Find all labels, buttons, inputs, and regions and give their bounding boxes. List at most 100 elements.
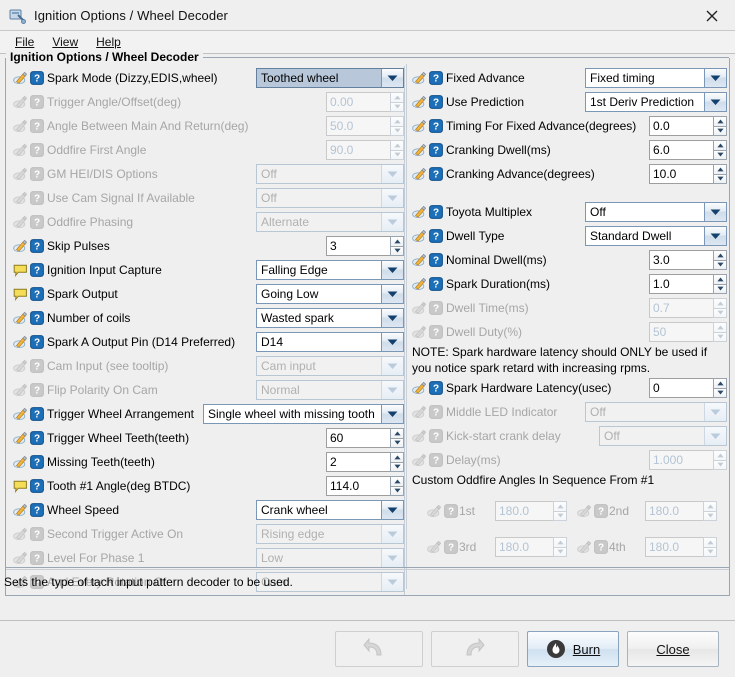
chevron-down-icon[interactable] — [704, 93, 726, 111]
spark-hardware-latency-usec-spinner[interactable]: 0 — [649, 378, 727, 398]
stepper-up-icon[interactable] — [390, 476, 404, 486]
menu-view[interactable]: View — [43, 34, 87, 50]
stepper-up-icon[interactable] — [713, 250, 727, 260]
help-icon[interactable]: ? — [429, 277, 443, 291]
stepper-down-icon[interactable] — [713, 174, 727, 185]
chevron-down-icon[interactable] — [381, 309, 403, 327]
timing-for-fixed-advance-degrees-stepper[interactable] — [713, 116, 727, 136]
stepper-up-icon[interactable] — [390, 236, 404, 246]
spark-hardware-latency-usec-input[interactable]: 0 — [649, 378, 713, 398]
use-prediction-combo[interactable]: 1st Deriv Prediction — [585, 92, 727, 112]
timing-for-fixed-advance-degrees-spinner[interactable]: 0.0 — [649, 116, 727, 136]
help-icon[interactable]: ? — [30, 239, 44, 253]
help-icon[interactable]: ? — [30, 455, 44, 469]
help-icon[interactable]: ? — [30, 287, 44, 301]
spark-duration-ms-spinner[interactable]: 1.0 — [649, 274, 727, 294]
stepper-up-icon[interactable] — [390, 428, 404, 438]
stepper-up-icon[interactable] — [390, 452, 404, 462]
stepper-down-icon[interactable] — [713, 126, 727, 137]
help-icon[interactable]: ? — [429, 253, 443, 267]
help-icon[interactable]: ? — [30, 263, 44, 277]
chevron-down-icon[interactable] — [381, 285, 403, 303]
stepper-down-icon[interactable] — [713, 260, 727, 271]
cranking-dwell-ms-input[interactable]: 6.0 — [649, 140, 713, 160]
spark-output-combo[interactable]: Going Low — [256, 284, 404, 304]
toyota-multiplex-combo[interactable]: Off — [585, 202, 727, 222]
help-icon[interactable]: ? — [429, 205, 443, 219]
chevron-down-icon[interactable] — [381, 405, 403, 423]
stepper-up-icon[interactable] — [713, 164, 727, 174]
help-icon[interactable]: ? — [30, 431, 44, 445]
tooth-1-angle-deg-btdc-input[interactable]: 114.0 — [326, 476, 390, 496]
cranking-dwell-ms-spinner[interactable]: 6.0 — [649, 140, 727, 160]
undo-button[interactable] — [335, 631, 423, 667]
cranking-advance-degrees-input[interactable]: 10.0 — [649, 164, 713, 184]
skip-pulses-stepper[interactable] — [390, 236, 404, 256]
timing-for-fixed-advance-degrees-input[interactable]: 0.0 — [649, 116, 713, 136]
help-icon[interactable]: ? — [30, 311, 44, 325]
trigger-wheel-teeth-teeth-spinner[interactable]: 60 — [326, 428, 404, 448]
chevron-down-icon[interactable] — [381, 261, 403, 279]
help-icon[interactable]: ? — [30, 407, 44, 421]
dwell-type-combo[interactable]: Standard Dwell — [585, 226, 727, 246]
wheel-speed-combo[interactable]: Crank wheel — [256, 500, 404, 520]
stepper-down-icon[interactable] — [713, 284, 727, 295]
stepper-down-icon[interactable] — [390, 246, 404, 257]
help-icon[interactable]: ? — [429, 167, 443, 181]
spark-a-output-pin-d14-preferred-combo[interactable]: D14 — [256, 332, 404, 352]
skip-pulses-spinner[interactable]: 3 — [326, 236, 404, 256]
close-button[interactable]: Close — [627, 631, 719, 667]
spark-hardware-latency-usec-stepper[interactable] — [713, 378, 727, 398]
stepper-down-icon[interactable] — [713, 150, 727, 161]
menu-file[interactable]: File — [6, 34, 43, 50]
help-icon[interactable]: ? — [429, 229, 443, 243]
trigger-wheel-teeth-teeth-input[interactable]: 60 — [326, 428, 390, 448]
cranking-advance-degrees-spinner[interactable]: 10.0 — [649, 164, 727, 184]
help-icon[interactable]: ? — [30, 479, 44, 493]
help-icon[interactable]: ? — [429, 143, 443, 157]
menu-help[interactable]: Help — [87, 34, 130, 50]
help-icon[interactable]: ? — [429, 119, 443, 133]
cranking-dwell-ms-stepper[interactable] — [713, 140, 727, 160]
stepper-down-icon[interactable] — [390, 462, 404, 473]
skip-pulses-input[interactable]: 3 — [326, 236, 390, 256]
stepper-down-icon[interactable] — [390, 486, 404, 497]
chevron-down-icon[interactable] — [704, 203, 726, 221]
spark-duration-ms-stepper[interactable] — [713, 274, 727, 294]
tooth-1-angle-deg-btdc-spinner[interactable]: 114.0 — [326, 476, 404, 496]
help-icon[interactable]: ? — [30, 335, 44, 349]
help-icon[interactable]: ? — [30, 503, 44, 517]
cranking-advance-degrees-stepper[interactable] — [713, 164, 727, 184]
stepper-up-icon[interactable] — [713, 378, 727, 388]
help-icon[interactable]: ? — [30, 71, 44, 85]
chevron-down-icon[interactable] — [381, 501, 403, 519]
help-icon[interactable]: ? — [429, 95, 443, 109]
tooth-1-angle-deg-btdc-stepper[interactable] — [390, 476, 404, 496]
nominal-dwell-ms-input[interactable]: 3.0 — [649, 250, 713, 270]
missing-teeth-teeth-spinner[interactable]: 2 — [326, 452, 404, 472]
stepper-down-icon[interactable] — [390, 438, 404, 449]
nominal-dwell-ms-spinner[interactable]: 3.0 — [649, 250, 727, 270]
stepper-up-icon[interactable] — [713, 274, 727, 284]
chevron-down-icon[interactable] — [704, 227, 726, 245]
fixed-advance-combo[interactable]: Fixed timing — [585, 68, 727, 88]
redo-button[interactable] — [431, 631, 519, 667]
chevron-down-icon[interactable] — [704, 69, 726, 87]
missing-teeth-teeth-input[interactable]: 2 — [326, 452, 390, 472]
ignition-input-capture-combo[interactable]: Falling Edge — [256, 260, 404, 280]
nominal-dwell-ms-stepper[interactable] — [713, 250, 727, 270]
number-of-coils-combo[interactable]: Wasted spark — [256, 308, 404, 328]
trigger-wheel-teeth-teeth-stepper[interactable] — [390, 428, 404, 448]
spark-duration-ms-input[interactable]: 1.0 — [649, 274, 713, 294]
help-icon[interactable]: ? — [429, 381, 443, 395]
chevron-down-icon[interactable] — [381, 333, 403, 351]
help-icon[interactable]: ? — [429, 71, 443, 85]
stepper-down-icon[interactable] — [713, 388, 727, 399]
stepper-up-icon[interactable] — [713, 116, 727, 126]
stepper-up-icon[interactable] — [713, 140, 727, 150]
missing-teeth-teeth-stepper[interactable] — [390, 452, 404, 472]
close-icon[interactable] — [699, 4, 725, 28]
chevron-down-icon[interactable] — [381, 69, 403, 87]
trigger-wheel-arrangement-combo[interactable]: Single wheel with missing tooth — [203, 404, 404, 424]
spark-mode-dizzy-edis-wheel-combo[interactable]: Toothed wheel — [256, 68, 404, 88]
